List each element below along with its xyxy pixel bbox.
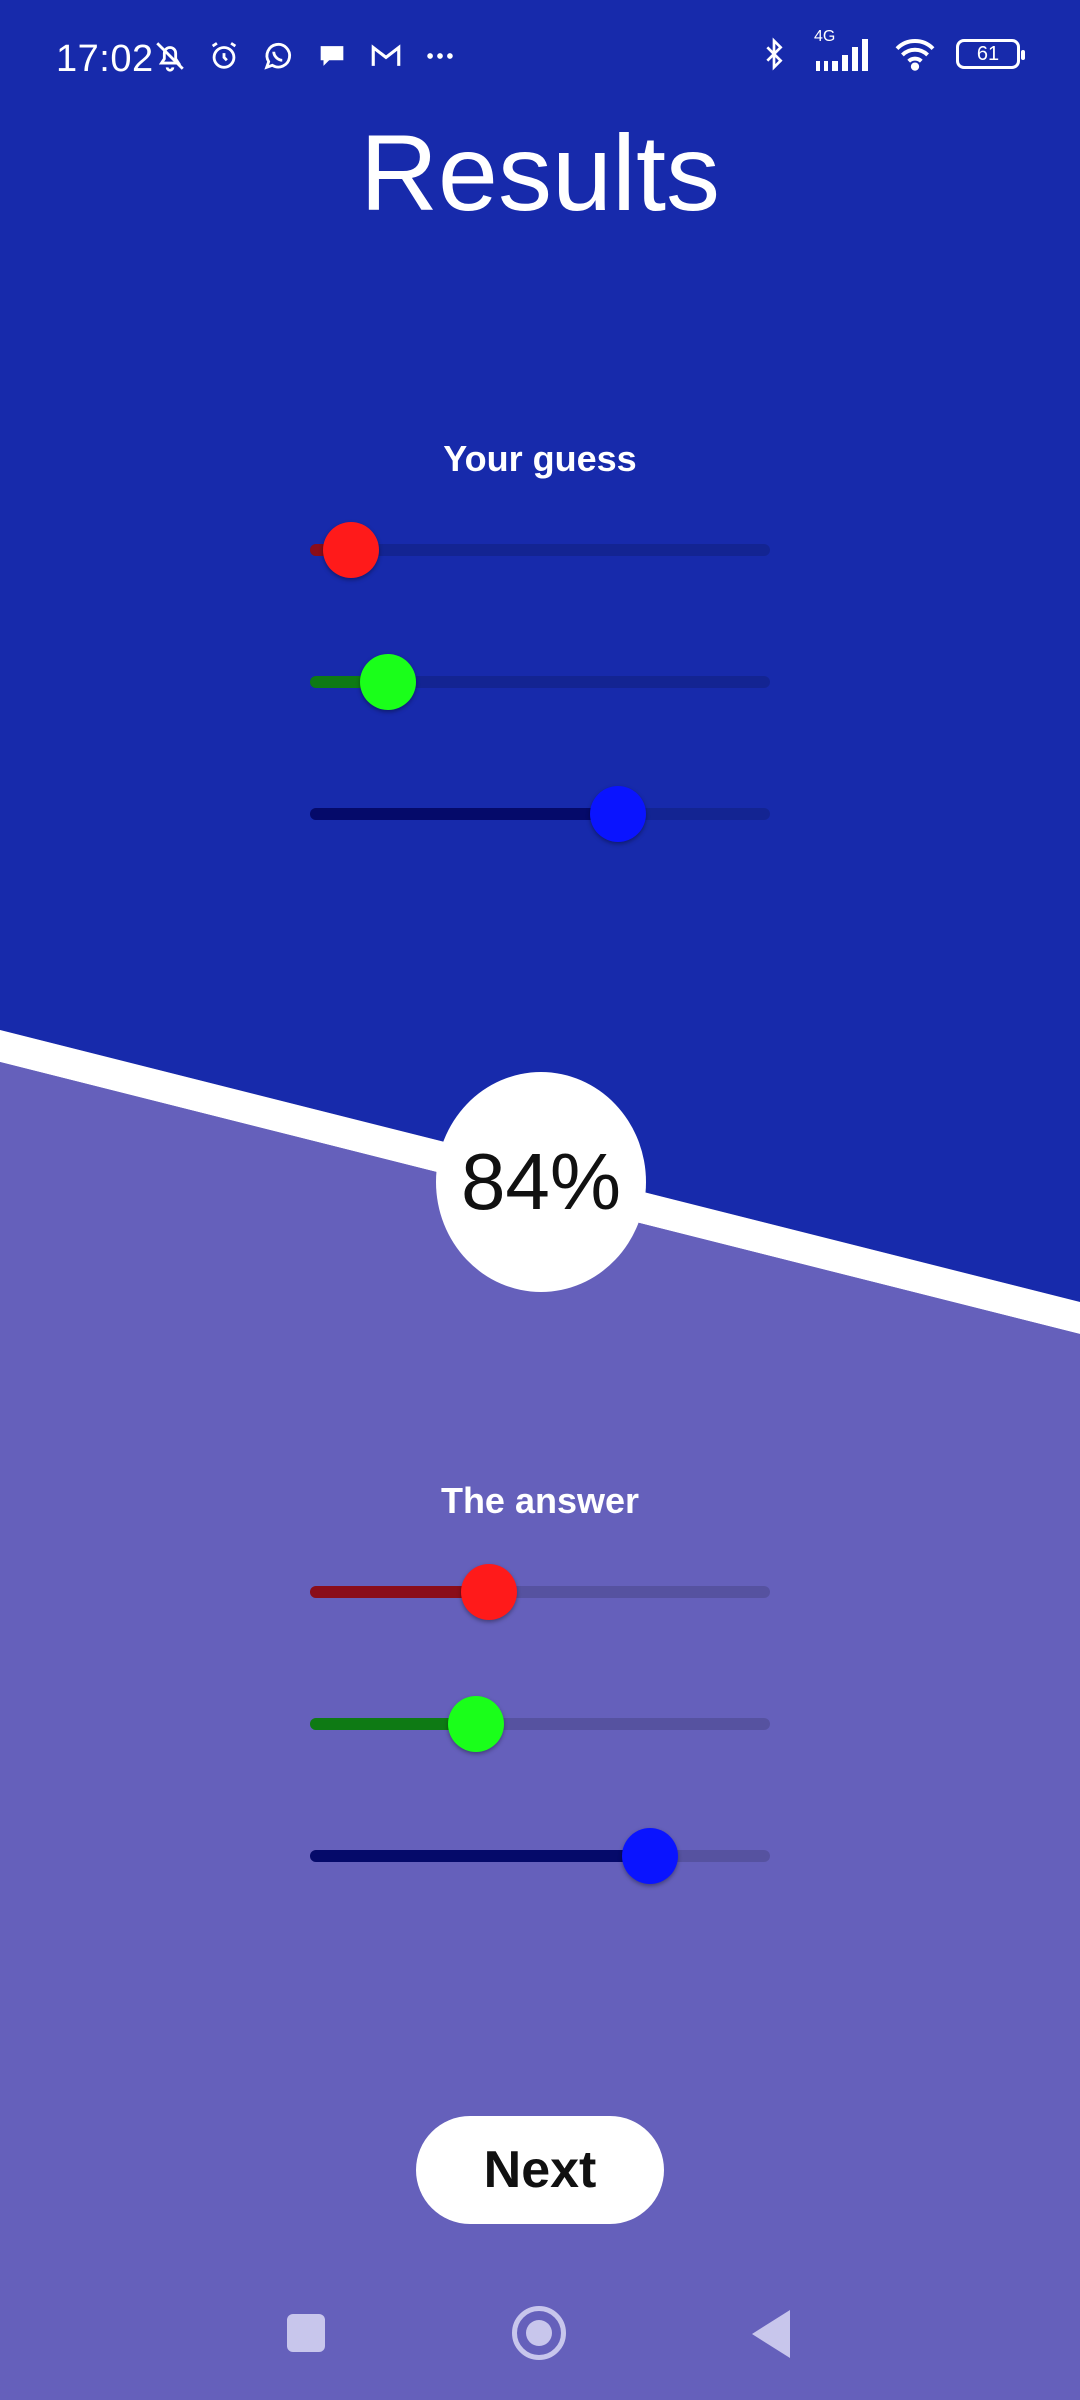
next-button[interactable]: Next xyxy=(416,2116,664,2224)
guess-green-slider[interactable] xyxy=(310,654,770,710)
more-icon xyxy=(422,38,458,74)
slider-thumb[interactable] xyxy=(590,786,647,842)
slider-fill xyxy=(310,1850,651,1862)
network-type: 4G xyxy=(814,28,836,45)
answer-label: The answer xyxy=(440,1480,640,1521)
navigation-bar xyxy=(0,2280,1080,2400)
slider-thumb[interactable] xyxy=(447,1696,504,1752)
whatsapp-icon xyxy=(260,38,296,74)
status-notification-icons xyxy=(152,38,458,74)
status-bar: 17:02 4G 61 xyxy=(0,0,1080,120)
page-title: Results xyxy=(359,112,721,233)
alarm-icon xyxy=(206,38,242,74)
wifi-icon xyxy=(892,36,938,72)
guess-label: Your guess xyxy=(443,438,637,479)
slider-fill xyxy=(310,808,619,820)
status-system-icons: 4G 61 xyxy=(756,28,1025,72)
slider-thumb[interactable] xyxy=(461,1564,518,1620)
back-icon[interactable] xyxy=(752,2310,790,2358)
slider-thumb[interactable] xyxy=(323,522,380,578)
score-badge: 84% xyxy=(436,1072,646,1292)
chat-icon xyxy=(314,38,350,74)
answer-blue-slider[interactable] xyxy=(310,1828,770,1884)
guess-red-slider[interactable] xyxy=(310,522,770,578)
guess-blue-slider[interactable] xyxy=(310,786,770,842)
home-icon[interactable] xyxy=(512,2306,566,2360)
battery-icon: 61 xyxy=(956,39,1025,69)
recents-icon[interactable] xyxy=(287,2314,325,2352)
answer-green-slider[interactable] xyxy=(310,1696,770,1752)
status-time: 17:02 xyxy=(56,38,154,80)
slider-thumb[interactable] xyxy=(360,654,417,710)
gmail-icon xyxy=(368,38,404,74)
bluetooth-icon xyxy=(756,36,792,72)
battery-level: 61 xyxy=(976,42,1000,65)
answer-red-slider[interactable] xyxy=(310,1564,770,1620)
signal-icon: 4G xyxy=(810,28,874,72)
bell-off-icon xyxy=(152,38,188,74)
slider-thumb[interactable] xyxy=(622,1828,679,1884)
